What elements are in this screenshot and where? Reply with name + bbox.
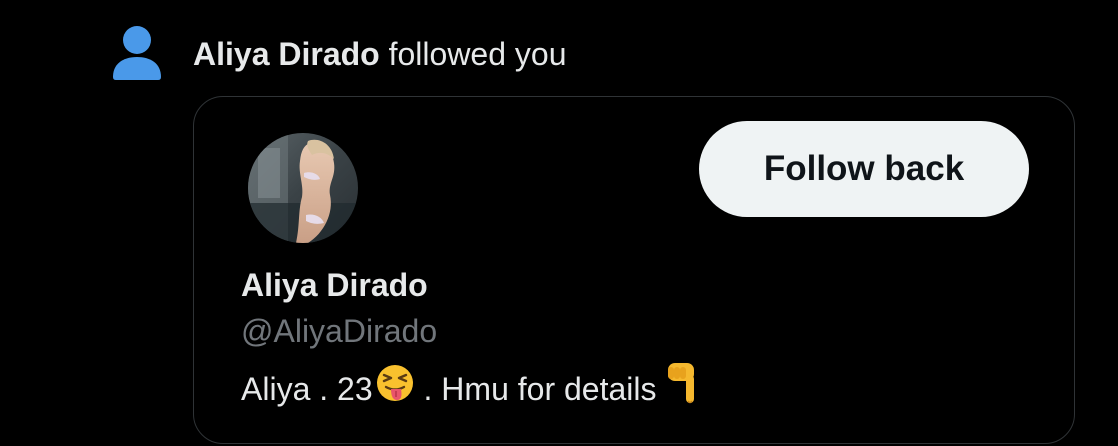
profile-handle[interactable]: @AliyaDirado <box>241 311 437 351</box>
notification-text: Aliya Dirado followed you <box>193 34 567 74</box>
follow-back-button[interactable]: Follow back <box>699 121 1029 217</box>
backhand-index-pointing-down-emoji <box>664 361 698 416</box>
notification-action-text: followed you <box>379 36 567 72</box>
bio-text-part1: Aliya . 23 <box>241 370 373 407</box>
person-icon <box>112 25 162 81</box>
squinting-face-with-tongue-emoji <box>375 363 415 414</box>
notification-actor-name[interactable]: Aliya Dirado <box>193 36 380 72</box>
profile-bio: Aliya . 23 . Hmu for details <box>241 361 698 416</box>
bio-text-part2: . Hmu for details <box>414 370 657 407</box>
profile-display-name[interactable]: Aliya Dirado <box>241 265 428 305</box>
profile-card[interactable]: Follow back Aliya Dirado @AliyaDirado Al… <box>193 96 1075 444</box>
avatar[interactable] <box>248 133 358 243</box>
